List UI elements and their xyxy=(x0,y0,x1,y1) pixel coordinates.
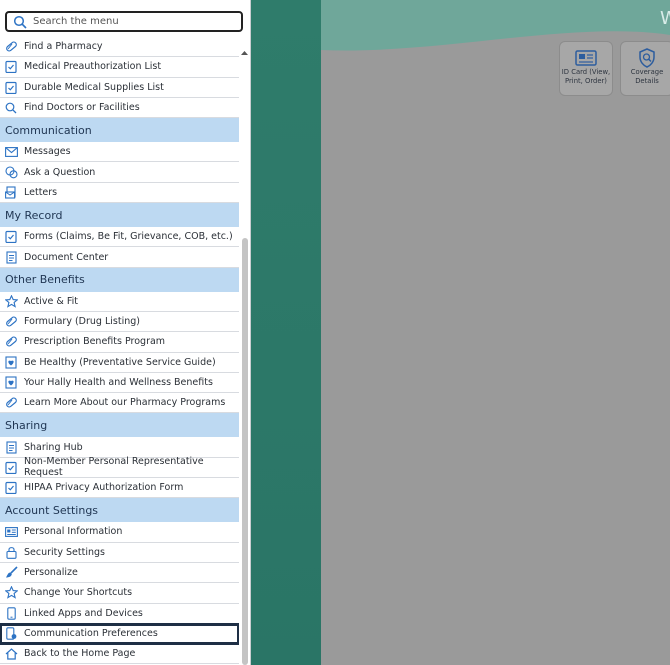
pill-icon xyxy=(4,315,18,329)
menu-item-change-shortcuts[interactable]: Change Your Shortcuts xyxy=(0,583,239,604)
menu-item-label: Back to the Home Page xyxy=(24,648,136,660)
menu-item-be-healthy[interactable]: Be Healthy (Preventative Service Guide) xyxy=(0,353,239,373)
menu-item-label: Durable Medical Supplies List xyxy=(24,81,164,93)
chat-bubbles-icon xyxy=(4,165,18,179)
menu-item-label: Messages xyxy=(24,146,71,158)
coverage-label-1: Coverage xyxy=(630,68,664,76)
scrollbar-thumb[interactable] xyxy=(241,238,248,665)
shield-search-icon xyxy=(621,48,670,68)
welcome-heading: W xyxy=(660,8,670,29)
scroll-up-arrow-icon[interactable] xyxy=(240,42,249,55)
menu-item-label: Non-Member Personal Representative Reque… xyxy=(24,456,204,479)
menu-item-hipaa[interactable]: HIPAA Privacy Authorization Form xyxy=(0,478,239,499)
menu-item-ask-question[interactable]: Ask a Question xyxy=(0,162,239,183)
phone-settings-icon xyxy=(4,626,18,640)
id-card-label-2: Print, Order) xyxy=(565,77,607,85)
clipboard-check-icon xyxy=(4,481,18,495)
lock-icon xyxy=(4,545,18,559)
menu-item-medical-preauthorization[interactable]: Medical Preauthorization List xyxy=(0,57,239,78)
letters-icon xyxy=(4,185,18,199)
id-card-icon xyxy=(4,525,18,539)
coverage-label-2: Details xyxy=(635,77,659,85)
home-icon xyxy=(4,647,18,661)
menu-item-label: Sharing Hub xyxy=(24,441,83,453)
menu-item-label: Ask a Question xyxy=(24,166,96,178)
menu-item-label: Learn More About our Pharmacy Programs xyxy=(24,397,226,409)
menu-item-label: Your Hally Health and Wellness Benefits xyxy=(24,377,213,388)
document-icon xyxy=(4,440,18,454)
menu-item-label: Find Doctors or Facilities xyxy=(24,102,140,114)
side-menu: Search the menu Find a Pharmacy Medical … xyxy=(0,0,250,665)
search-icon xyxy=(4,101,18,115)
clipboard-check-icon xyxy=(4,230,18,244)
menu-item-label: Linked Apps and Devices xyxy=(24,607,143,619)
menu-item-learn-pharmacy[interactable]: Learn More About our Pharmacy Programs xyxy=(0,393,239,414)
pill-icon xyxy=(4,335,18,349)
clipboard-check-icon xyxy=(4,460,18,474)
menu-list: Find a Pharmacy Medical Preauthorization… xyxy=(0,37,240,665)
menu-item-sharing-hub[interactable]: Sharing Hub xyxy=(0,437,239,458)
menu-item-label: Personal Information xyxy=(24,526,123,538)
menu-item-find-doctors[interactable]: Find Doctors or Facilities xyxy=(0,98,239,119)
star-icon xyxy=(4,586,18,600)
section-header-communication: Communication xyxy=(0,118,239,143)
clipboard-check-icon xyxy=(4,80,18,94)
menu-item-security-settings[interactable]: Security Settings xyxy=(0,543,239,563)
menu-item-active-fit[interactable]: Active & Fit xyxy=(0,292,239,312)
menu-item-label: Letters xyxy=(24,186,58,198)
menu-item-durable-medical-supplies[interactable]: Durable Medical Supplies List xyxy=(0,78,239,98)
section-header-my-record: My Record xyxy=(0,203,239,228)
menu-item-label: Change Your Shortcuts xyxy=(24,587,133,599)
section-header-sharing: Sharing xyxy=(0,413,239,438)
menu-item-label: Formulary (Drug Listing) xyxy=(24,316,140,328)
heart-document-icon xyxy=(4,376,18,390)
coverage-details-shortcut: Coverage Details xyxy=(620,41,670,96)
menu-item-label: Personalize xyxy=(24,567,78,579)
menu-item-label: Medical Preauthorization List xyxy=(24,61,162,73)
menu-item-forms[interactable]: Forms (Claims, Be Fit, Grievance, COB, e… xyxy=(0,227,239,248)
menu-item-label: Document Center xyxy=(24,251,109,263)
menu-item-label: Prescription Benefits Program xyxy=(24,336,166,348)
menu-item-label: Be Healthy (Preventative Service Guide) xyxy=(24,356,216,368)
document-icon xyxy=(4,250,18,264)
pill-icon xyxy=(4,40,18,54)
menu-item-find-pharmacy[interactable]: Find a Pharmacy xyxy=(0,37,239,58)
menu-item-label: Active & Fit xyxy=(24,295,78,307)
menu-item-messages[interactable]: Messages xyxy=(0,142,239,163)
mobile-phone-icon xyxy=(4,606,18,620)
envelope-icon xyxy=(4,145,18,159)
menu-item-prescription-benefits[interactable]: Prescription Benefits Program xyxy=(0,332,239,353)
id-card-shortcut: ID Card (View, Print, Order) xyxy=(559,41,613,96)
paintbrush-icon xyxy=(4,566,18,580)
star-icon xyxy=(4,294,18,308)
menu-item-personalize[interactable]: Personalize xyxy=(0,563,239,584)
menu-item-hally-health[interactable]: Your Hally Health and Wellness Benefits xyxy=(0,373,239,394)
menu-item-linked-apps[interactable]: Linked Apps and Devices xyxy=(0,604,239,624)
menu-item-formulary[interactable]: Formulary (Drug Listing) xyxy=(0,312,239,333)
pill-icon xyxy=(4,396,18,410)
teal-banner-strip xyxy=(251,0,321,665)
menu-item-non-member-representative[interactable]: Non-Member Personal Representative Reque… xyxy=(0,456,239,479)
menu-item-label: HIPAA Privacy Authorization Form xyxy=(24,482,184,494)
id-card-label-1: ID Card (View, xyxy=(561,68,611,76)
section-header-account-settings: Account Settings xyxy=(0,498,239,523)
menu-item-document-center[interactable]: Document Center xyxy=(0,247,239,268)
search-icon xyxy=(11,13,29,31)
header-wave xyxy=(321,0,670,51)
menu-item-back-home[interactable]: Back to the Home Page xyxy=(0,644,239,665)
menu-item-label: Find a Pharmacy xyxy=(24,41,103,53)
clipboard-check-icon xyxy=(4,60,18,74)
heart-document-icon xyxy=(4,355,18,369)
search-input[interactable]: Search the menu xyxy=(5,11,243,32)
id-card-icon xyxy=(560,48,612,68)
section-header-other-benefits: Other Benefits xyxy=(0,267,239,292)
menu-item-letters[interactable]: Letters xyxy=(0,183,239,204)
menu-item-label: Communication Preferences xyxy=(24,627,158,639)
search-placeholder: Search the menu xyxy=(33,16,119,27)
menu-item-personal-information[interactable]: Personal Information xyxy=(0,522,239,543)
menu-item-label: Forms (Claims, Be Fit, Grievance, COB, e… xyxy=(24,231,233,243)
menu-item-communication-preferences[interactable]: Communication Preferences xyxy=(0,622,240,646)
menu-item-label: Security Settings xyxy=(24,546,105,558)
